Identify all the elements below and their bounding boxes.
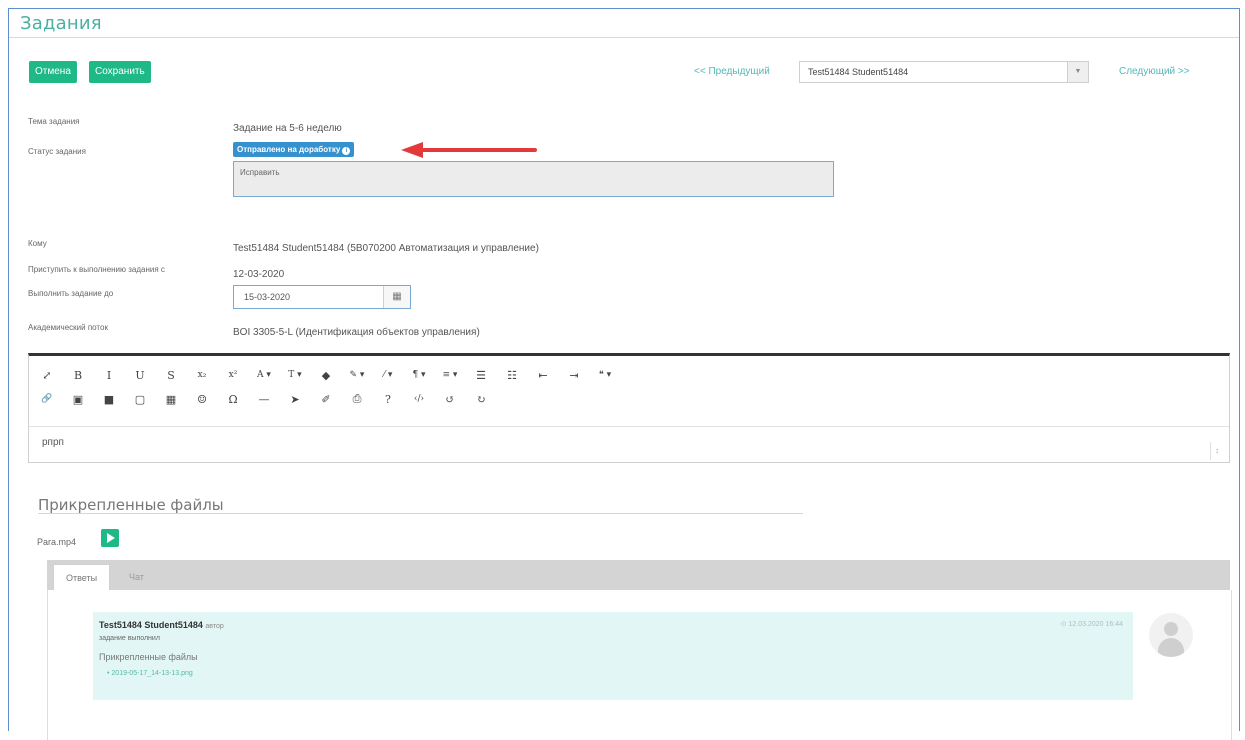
tb2-9-icon[interactable]: ✐ [316, 393, 336, 406]
tb2-4-icon[interactable]: ▦ [161, 393, 181, 406]
attachments-title: Прикрепленные файлы [38, 496, 224, 514]
status-badge[interactable]: Отправлено на доработку i [233, 142, 355, 157]
tb2-10-icon[interactable]: ⎙ [347, 392, 367, 406]
tb2-7-icon[interactable]: — [254, 393, 274, 406]
answer-file-name: 2019-05-17_14-13-13.png [111, 670, 193, 677]
to-value: Test51484 Student51484 (5B070200 Автомат… [233, 243, 539, 254]
answer-files-title: Прикрепленные файлы [99, 652, 198, 662]
answer-time-value: 12.03.2020 16:44 [1068, 621, 1124, 628]
answer-file-link[interactable]: • 2019-05-17_14-13-13.png [107, 670, 193, 677]
tb2-13-icon[interactable]: ↺ [440, 393, 460, 406]
tab-chat[interactable]: Чат [117, 564, 156, 590]
editor-text: рпрп [42, 437, 64, 448]
calendar-icon[interactable]: ▦ [383, 286, 410, 308]
status-label: Статус задания [28, 147, 86, 156]
student-select-value: Test51484 Student51484 [808, 67, 909, 77]
tb1-9-icon[interactable]: ◆ [316, 369, 336, 382]
answer-role: автор [205, 623, 224, 630]
tb2-0-icon[interactable]: 🔗 [37, 394, 57, 404]
tb2-12-icon[interactable]: ‹/› [409, 394, 429, 404]
stream-value: BOI 3305-5-L (Идентификация объектов упр… [233, 327, 480, 338]
editor-toolbar-row-2: 🔗 ▣ ■ ▢ ▦ ☺ Ω — ➤ ✐ ⎙? ‹/› ↺ ↻ [37, 388, 502, 410]
next-link[interactable]: Следующий >> [1119, 66, 1190, 77]
tb2-11-icon[interactable]: ? [378, 393, 398, 406]
status-comment-box[interactable]: Исправить [233, 161, 834, 197]
save-button[interactable]: Сохранить [89, 61, 151, 83]
answer-tabs: Ответы Чат [47, 560, 1230, 591]
tb1-10-icon[interactable]: ✎ ▾ [347, 370, 367, 380]
tb2-6-icon[interactable]: Ω [223, 393, 243, 406]
tb1-4-icon[interactable]: S [161, 369, 181, 382]
due-label: Выполнить задание до [28, 289, 114, 298]
tb1-1-icon[interactable]: B [68, 369, 88, 382]
tb2-14-icon[interactable]: ↻ [471, 393, 491, 406]
editor-content-area[interactable]: рпрп ↕ [29, 426, 1229, 462]
tb1-0-icon[interactable]: ⤢ [37, 369, 57, 382]
tb1-16-icon[interactable]: ⇤ [533, 369, 553, 382]
cancel-button[interactable]: Отмена [29, 61, 77, 83]
answer-time: ⊙ 12.03.2020 16:44 [1060, 621, 1124, 628]
start-value: 12-03-2020 [233, 269, 285, 280]
avatar [1149, 613, 1193, 657]
due-date-input[interactable]: 15-03-2020 ▦ [233, 285, 411, 309]
stream-label: Академический поток [28, 323, 108, 332]
info-icon: i [342, 147, 351, 155]
tb1-11-icon[interactable]: ⁄ ▾ [378, 370, 398, 380]
tb1-8-icon[interactable]: T ▾ [285, 370, 305, 380]
to-label: Кому [28, 239, 47, 248]
tb1-17-icon[interactable]: ⇥ [564, 369, 584, 382]
tb2-2-icon[interactable]: ■ [99, 393, 119, 406]
chevron-down-icon[interactable]: ▼ [1067, 62, 1088, 82]
tb1-12-icon[interactable]: ¶ ▾ [409, 370, 429, 380]
topic-label: Тема задания [28, 117, 80, 126]
status-badge-label: Отправлено на доработку [237, 145, 341, 154]
start-label: Приступить к выполнению задания с [28, 265, 165, 274]
title-bar: Задания [9, 9, 1239, 38]
tb1-14-icon[interactable]: ☰ [471, 369, 491, 382]
annotation-arrow [401, 142, 537, 158]
answer-author: Test51484 Student51484 автор [99, 620, 224, 630]
answer-author-name: Test51484 Student51484 [99, 620, 203, 630]
tb2-3-icon[interactable]: ▢ [130, 393, 150, 406]
resize-handle-icon[interactable]: ↕ [1210, 442, 1223, 460]
attachment-file-name[interactable]: Para.mp4 [37, 537, 76, 547]
tb1-18-icon[interactable]: ❝ ▾ [595, 370, 615, 380]
tb1-13-icon[interactable]: ≡ ▾ [440, 370, 460, 380]
rich-text-editor: ⤢ B I U Sx₂ x² A ▾ T ▾ ◆ ✎ ▾ ⁄ ▾ ¶ ▾ ≡ ▾ ☰ ☷ ⇤ ⇥ ❝ ▾ 🔗 ▣ ■ ▢… [28, 353, 1230, 463]
status-comment-text: Исправить [240, 168, 280, 177]
tb1-5-icon[interactable]: x₂ [192, 370, 212, 380]
topic-value: Задание на 5-6 неделю [233, 123, 342, 134]
due-date-value: 15-03-2020 [244, 292, 291, 302]
tb2-8-icon[interactable]: ➤ [285, 393, 305, 406]
answer-text: задание выполнил [99, 635, 160, 642]
tab-answers[interactable]: Ответы [53, 564, 111, 591]
tb1-7-icon[interactable]: A ▾ [254, 370, 274, 380]
editor-toolbar-row-1: ⤢ B I U Sx₂ x² A ▾ T ▾ ◆ ✎ ▾ ⁄ ▾ ¶ ▾ ≡ ▾ ☰ ☷ ⇤ ⇥ ❝ ▾ [37, 364, 626, 386]
page-title: Задания [20, 13, 102, 34]
tb1-15-icon[interactable]: ☷ [502, 369, 522, 382]
answer-card: Test51484 Student51484 автор задание вып… [93, 612, 1133, 700]
tb1-3-icon[interactable]: U [130, 369, 150, 382]
tb1-2-icon[interactable]: I [99, 369, 119, 382]
play-icon[interactable] [101, 529, 119, 547]
section-divider [38, 513, 803, 514]
student-select[interactable]: Test51484 Student51484 ▼ [799, 61, 1089, 83]
tb1-6-icon[interactable]: x² [223, 370, 243, 380]
main-panel: Задания Отмена Сохранить << Предыдущий T… [8, 8, 1240, 740]
tb2-5-icon[interactable]: ☺ [192, 393, 212, 406]
prev-link[interactable]: << Предыдущий [694, 66, 770, 77]
tb2-1-icon[interactable]: ▣ [68, 393, 88, 406]
